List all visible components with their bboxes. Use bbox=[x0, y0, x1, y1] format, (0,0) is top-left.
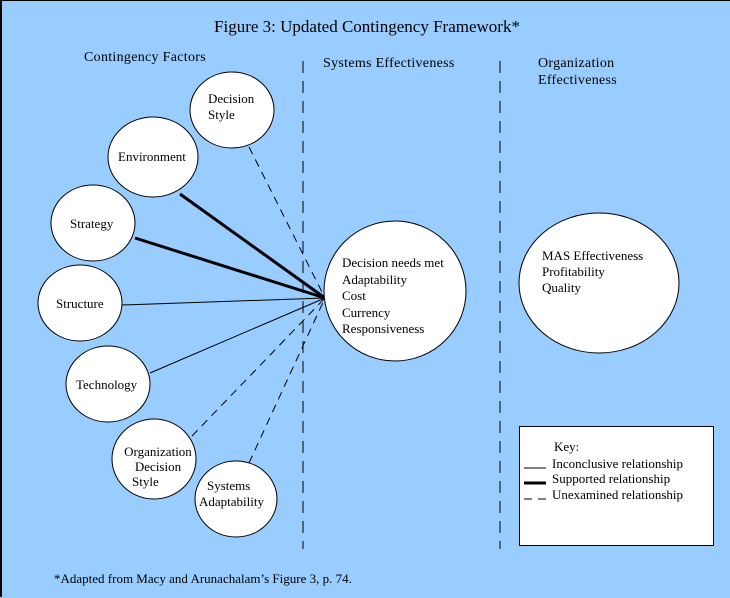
factor-label-strategy: Strategy bbox=[70, 216, 114, 231]
factor-label-organization-decision-style-2: Decision bbox=[134, 459, 182, 474]
figure-title: Figure 3: Updated Contingency Framework* bbox=[214, 17, 520, 36]
edge-strategy-supported bbox=[134, 236, 326, 300]
systems-item: Adaptability bbox=[342, 271, 407, 287]
legend-item-inconclusive: Inconclusive relationship bbox=[524, 457, 683, 472]
factor-label-structure: Structure bbox=[56, 296, 104, 311]
systems-item: Responsiveness bbox=[342, 321, 425, 336]
factor-label-organization-decision-style-3: Style bbox=[132, 474, 159, 489]
legend-label: Supported relationship bbox=[552, 471, 671, 486]
dashed-line-icon bbox=[524, 490, 546, 503]
heading-contingency-factors: Contingency Factors bbox=[84, 50, 206, 65]
edge-systems-adaptability-unexamined bbox=[248, 297, 326, 464]
systems-item: Cost bbox=[342, 288, 366, 303]
edge-decision-style-unexamined bbox=[248, 146, 326, 299]
heading-systems-effectiveness: Systems Effectiveness bbox=[323, 56, 455, 71]
legend-item-unexamined: Unexamined relationship bbox=[524, 488, 683, 503]
edge-organization-decision-style-unexamined bbox=[191, 297, 326, 437]
factor-label-systems-adaptability-1: Systems bbox=[207, 478, 251, 493]
edge-technology-inconclusive bbox=[149, 297, 326, 374]
legend-heading: Key: bbox=[554, 439, 580, 454]
thick-line-icon bbox=[524, 474, 546, 487]
edge-structure-inconclusive bbox=[121, 297, 326, 306]
systems-effectiveness-list: Decision needs met Adaptability Cost Cur… bbox=[342, 255, 444, 338]
legend-label: Unexamined relationship bbox=[552, 487, 684, 502]
organization-effectiveness-list: MAS Effectiveness Profitability Quality bbox=[542, 248, 643, 296]
organization-item: Quality bbox=[542, 280, 581, 295]
factor-label-decision-style-2: Style bbox=[208, 107, 235, 122]
systems-item: Decision needs met bbox=[342, 255, 444, 270]
organization-item: MAS Effectiveness bbox=[542, 248, 644, 263]
factor-label-systems-adaptability-2: Adaptability bbox=[199, 494, 264, 509]
footnote: *Adapted from Macy and Arunachalam’s Fig… bbox=[54, 571, 352, 586]
legend-label: Inconclusive relationship bbox=[552, 456, 684, 471]
heading-organization-effectiveness-line2: Effectiveness bbox=[538, 73, 618, 88]
legend-item-supported: Supported relationship bbox=[524, 472, 670, 487]
factor-label-environment: Environment bbox=[118, 149, 186, 164]
thin-line-icon bbox=[524, 459, 546, 472]
heading-organization-effectiveness-line1: Organization bbox=[538, 56, 615, 71]
factor-label-organization-decision-style-1: Organization bbox=[124, 444, 192, 459]
organization-item: Profitability bbox=[542, 264, 605, 279]
factor-label-decision-style-1: Decision bbox=[208, 91, 255, 106]
diagram-canvas: Figure 3: Updated Contingency Framework*… bbox=[0, 0, 730, 597]
factor-label-technology: Technology bbox=[76, 377, 138, 392]
systems-item: Currency bbox=[342, 304, 391, 320]
legend-key: Key: Inconclusive relationship Supported… bbox=[519, 426, 714, 546]
